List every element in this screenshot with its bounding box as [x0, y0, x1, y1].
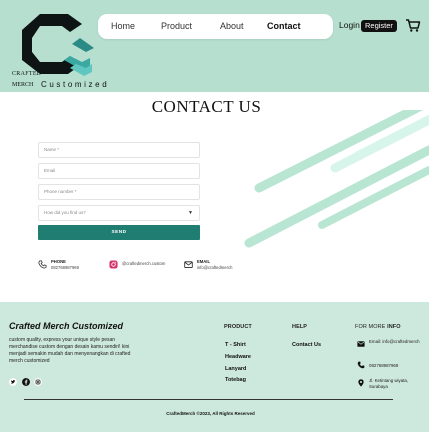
logo-text-merch: MERCH [12, 82, 34, 88]
register-button[interactable]: Register [361, 20, 397, 32]
name-field[interactable]: Name * [38, 142, 200, 158]
phone-label: PHONE [51, 259, 66, 264]
location-pin-icon [358, 379, 364, 387]
phone-value: 082768987969 [51, 265, 79, 270]
send-button[interactable]: SEND [38, 225, 200, 240]
instagram-footer-icon[interactable] [34, 378, 42, 386]
footer-info-heading-bold: INFO [387, 324, 401, 330]
footer-info-email: Email: info@craftedmerch [369, 339, 420, 344]
phone-footer-icon [357, 361, 365, 369]
footer-link-tshirt[interactable]: T - Shirt [225, 342, 246, 348]
envelope-icon [184, 261, 193, 268]
email-field[interactable]: Email [38, 163, 200, 179]
footer-info-heading-prefix: FOR MORE [355, 324, 388, 330]
logo-text-crafted: CRAFTED [12, 71, 42, 77]
phone-icon [38, 260, 47, 269]
footer-help-heading: HELP [292, 324, 308, 330]
envelope-footer-icon [357, 341, 365, 347]
shopping-cart-icon[interactable] [405, 17, 421, 33]
footer-info-phone: 082768987969 [369, 363, 399, 368]
footer-product-heading: PRODUCT [224, 324, 252, 330]
footer-divider [24, 399, 393, 400]
twitter-icon[interactable] [9, 378, 17, 386]
facebook-icon[interactable] [22, 378, 30, 386]
nav-home[interactable]: Home [111, 21, 135, 32]
nav-about[interactable]: About [220, 21, 244, 32]
footer-description: custom quality, express your unique styl… [9, 337, 131, 364]
logo-text-customized: Customized [41, 80, 110, 89]
site-header: CRAFTED MERCH Customized Home Product Ab… [0, 0, 429, 92]
footer-info-address: Jl. Ketintang wiyata, Surabaya [369, 378, 409, 389]
instagram-icon [109, 260, 118, 269]
decorative-stripes [244, 110, 429, 248]
instagram-contact[interactable]: @craftedmerch.custom [109, 258, 179, 272]
instagram-value: @craftedmerch.custom [122, 261, 166, 266]
email-value: info@craftedmerch [197, 265, 233, 270]
phone-field[interactable]: Phone number * [38, 184, 200, 200]
footer-link-lanyard[interactable]: Lanyard [225, 366, 246, 372]
footer-link-headware[interactable]: Headware [225, 354, 251, 360]
footer-link-totebag[interactable]: Totebag [225, 377, 246, 383]
copyright-text: CraftedMerch ©2023, All Rights Reserved [166, 411, 255, 416]
how-found-select-value: How did you find us? [44, 210, 86, 215]
dropdown-caret-icon: ▼ [188, 210, 193, 216]
footer-brand-title: Crafted Merch Customized [9, 321, 124, 331]
main-nav: Home Product About Contact [98, 14, 333, 39]
site-footer: Crafted Merch Customized custom quality,… [0, 302, 429, 432]
contact-page: CRAFTED MERCH Customized Home Product Ab… [0, 0, 429, 432]
how-found-select[interactable]: How did you find us? ▼ [38, 205, 200, 221]
footer-link-contact-us[interactable]: Contact Us [292, 342, 321, 348]
nav-contact[interactable]: Contact [267, 21, 301, 32]
login-link[interactable]: Login [339, 20, 360, 30]
email-contact: EMAIL info@craftedmerch [184, 258, 244, 272]
email-label: EMAIL [197, 259, 211, 264]
nav-product[interactable]: Product [161, 21, 192, 32]
phone-contact: PHONE 082768987969 [38, 258, 108, 272]
footer-info-heading: FOR MORE INFO [355, 324, 401, 330]
